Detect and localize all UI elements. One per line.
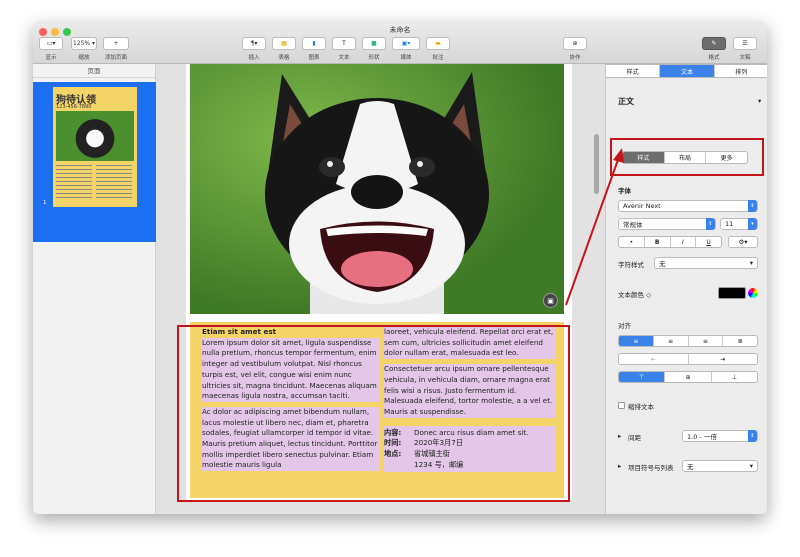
annotation-arrow [565, 148, 624, 306]
